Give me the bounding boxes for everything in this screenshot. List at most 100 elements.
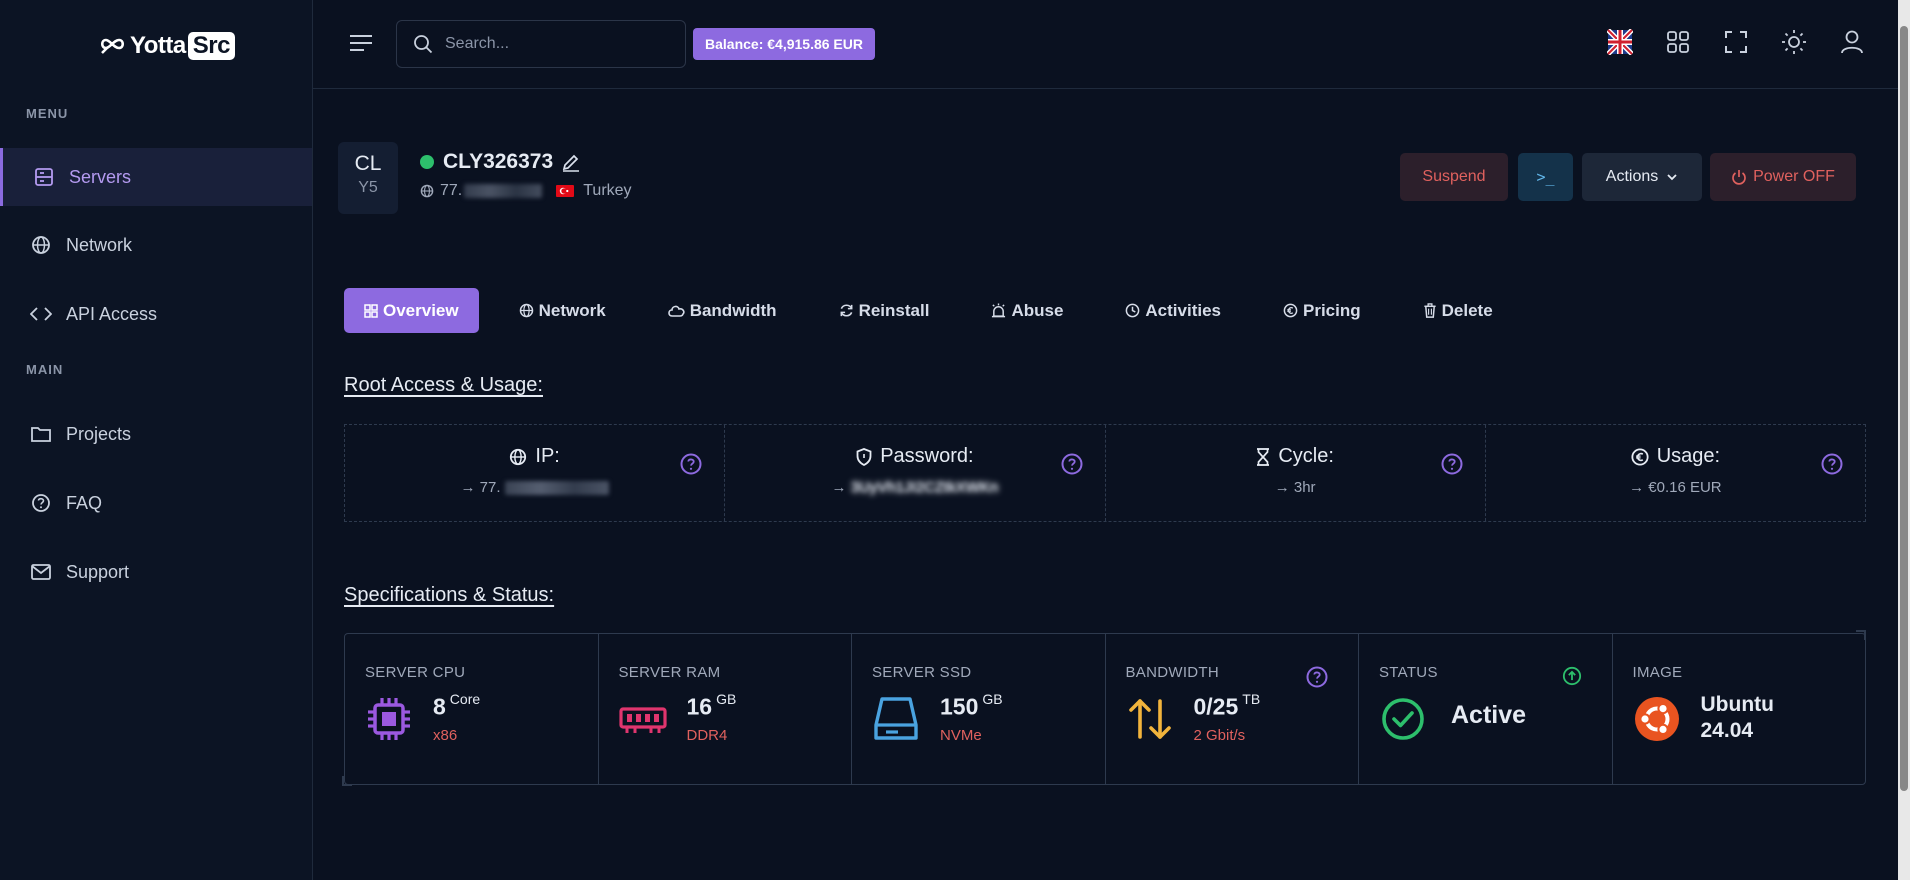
help-question-icon[interactable] bbox=[1061, 453, 1083, 475]
server-name: CLY326373 bbox=[443, 150, 554, 173]
help-question-icon[interactable] bbox=[680, 453, 702, 475]
sidebar-item-support[interactable]: Support bbox=[0, 543, 312, 601]
spec-bandwidth: BANDWIDTH 0/25 TB 2 Gbit/s bbox=[1106, 634, 1359, 784]
server-badge-bottom: Y5 bbox=[358, 179, 378, 196]
code-icon bbox=[30, 303, 52, 325]
bandwidth-unit: TB bbox=[1242, 691, 1261, 707]
server-badge-top: CL bbox=[354, 152, 382, 175]
scrollbar-thumb[interactable] bbox=[1900, 26, 1908, 791]
sidebar-item-label: Servers bbox=[69, 166, 132, 187]
hamburger-menu-icon[interactable] bbox=[348, 32, 374, 54]
cpu-unit: Core bbox=[449, 691, 481, 707]
power-icon bbox=[1732, 170, 1746, 185]
tab-bandwidth[interactable]: Bandwidth bbox=[652, 288, 793, 333]
cpu-chip-icon bbox=[368, 698, 410, 740]
globe-icon bbox=[509, 448, 527, 466]
sidebar-item-faq[interactable]: FAQ bbox=[0, 474, 312, 532]
ssd-value: 150 bbox=[940, 693, 979, 720]
memory-ram-icon bbox=[618, 707, 667, 733]
sidebar-item-label: Projects bbox=[66, 423, 132, 444]
server-ip: 77. bbox=[440, 182, 463, 199]
root-access-title: Root Access & Usage: bbox=[344, 374, 543, 396]
ubuntu-logo-icon bbox=[1634, 697, 1679, 741]
root-access-grid: IP: → 77. Password: → 3UyVh1JI2CZtkXWKn … bbox=[344, 424, 1866, 522]
server-icon bbox=[33, 166, 55, 188]
theme-sun-icon[interactable] bbox=[1778, 26, 1810, 58]
image-version: 24.04 bbox=[1700, 719, 1754, 742]
server-avatar-badge: CL Y5 bbox=[338, 142, 398, 214]
page-scrollbar[interactable] bbox=[1898, 0, 1910, 880]
tab-abuse[interactable]: Abuse bbox=[975, 288, 1079, 333]
help-question-icon[interactable] bbox=[1441, 453, 1463, 475]
edit-pencil-icon[interactable] bbox=[561, 152, 581, 172]
chevron-down-icon bbox=[1667, 174, 1677, 181]
shield-icon bbox=[856, 447, 872, 466]
image-os: Ubuntu bbox=[1700, 693, 1774, 716]
euro-icon bbox=[1283, 303, 1298, 318]
sidebar-item-servers[interactable]: Servers bbox=[0, 148, 312, 206]
power-off-button[interactable]: Power OFF bbox=[1710, 153, 1856, 201]
hard-drive-icon bbox=[874, 697, 918, 740]
spec-image: IMAGE Ubuntu 24.04 bbox=[1613, 634, 1866, 784]
search-input[interactable] bbox=[445, 35, 665, 53]
spec-caption: SERVER SSD bbox=[872, 664, 972, 681]
tab-reinstall[interactable]: Reinstall bbox=[823, 288, 946, 333]
suspend-button[interactable]: Suspend bbox=[1400, 153, 1508, 201]
usage-cell: Usage: → €0.16 EUR bbox=[1486, 425, 1865, 521]
ram-value: 16 bbox=[686, 693, 713, 720]
brand-name-part-b: Src bbox=[187, 32, 235, 60]
cpu-value: 8 bbox=[433, 693, 446, 720]
tab-activities[interactable]: Activities bbox=[1109, 288, 1237, 333]
mail-icon bbox=[30, 561, 52, 583]
sidebar-item-projects[interactable]: Projects bbox=[0, 405, 312, 463]
server-title: CLY326373 bbox=[420, 150, 581, 174]
tab-pricing[interactable]: Pricing bbox=[1267, 288, 1377, 333]
actions-label: Actions bbox=[1605, 168, 1659, 185]
usage-label: Usage: bbox=[1656, 445, 1721, 467]
password-arrow: → bbox=[831, 479, 851, 496]
spec-status: STATUS Active bbox=[1359, 634, 1613, 784]
menu-section-label: MENU bbox=[26, 106, 69, 121]
user-profile-icon[interactable] bbox=[1836, 26, 1868, 58]
spec-caption: SERVER RAM bbox=[618, 664, 721, 681]
apps-grid-icon[interactable] bbox=[1662, 26, 1694, 58]
help-question-icon[interactable] bbox=[1821, 453, 1843, 475]
tab-network[interactable]: Network bbox=[503, 288, 622, 333]
tab-overview[interactable]: Overview bbox=[344, 288, 479, 333]
cycle-label: Cycle: bbox=[1278, 445, 1334, 467]
trash-icon bbox=[1423, 303, 1437, 318]
arrow-up-circle-icon[interactable] bbox=[1562, 666, 1582, 686]
transfer-arrows-icon bbox=[1128, 699, 1171, 739]
topbar-icons bbox=[1604, 26, 1868, 58]
specs-title: Specifications & Status: bbox=[344, 584, 555, 606]
language-flag-uk-icon[interactable] bbox=[1604, 26, 1636, 58]
tab-delete[interactable]: Delete bbox=[1407, 288, 1509, 333]
main-section-label: MAIN bbox=[26, 362, 64, 377]
tab-label: Bandwidth bbox=[689, 300, 777, 320]
bandwidth-speed: 2 Gbit/s bbox=[1193, 726, 1246, 744]
balance-badge: Balance: €4,915.86 EUR bbox=[693, 28, 875, 60]
spec-ram: SERVER RAM 16 GB DDR4 bbox=[599, 634, 852, 784]
card-corner-mark bbox=[1856, 630, 1866, 640]
ssd-type: NVMe bbox=[940, 726, 982, 744]
globe-icon bbox=[30, 234, 52, 256]
password-value[interactable]: 3UyVh1JI2CZtkXWKn bbox=[851, 479, 999, 496]
sidebar-item-network[interactable]: Network bbox=[0, 216, 312, 274]
ip-value-redacted bbox=[504, 481, 609, 496]
actions-dropdown-button[interactable]: Actions bbox=[1582, 153, 1702, 201]
spec-caption: IMAGE bbox=[1632, 664, 1683, 681]
globe-icon bbox=[519, 303, 534, 318]
brand-logo[interactable]: Yotta Src bbox=[98, 26, 235, 66]
bandwidth-value: 0/25 bbox=[1193, 693, 1239, 720]
console-button[interactable]: >_ bbox=[1518, 153, 1573, 201]
power-off-label: Power OFF bbox=[1753, 168, 1835, 185]
help-question-icon[interactable] bbox=[1306, 666, 1328, 688]
sidebar-item-api-access[interactable]: API Access bbox=[0, 285, 312, 343]
tab-label: Reinstall bbox=[858, 300, 930, 320]
flag-turkey-icon bbox=[556, 185, 575, 197]
usage-value: → €0.16 EUR bbox=[1629, 479, 1722, 496]
ip-value[interactable]: → 77. bbox=[461, 479, 501, 496]
alarm-icon bbox=[991, 303, 1006, 318]
fullscreen-icon[interactable] bbox=[1720, 26, 1752, 58]
infinity-icon bbox=[100, 38, 125, 54]
